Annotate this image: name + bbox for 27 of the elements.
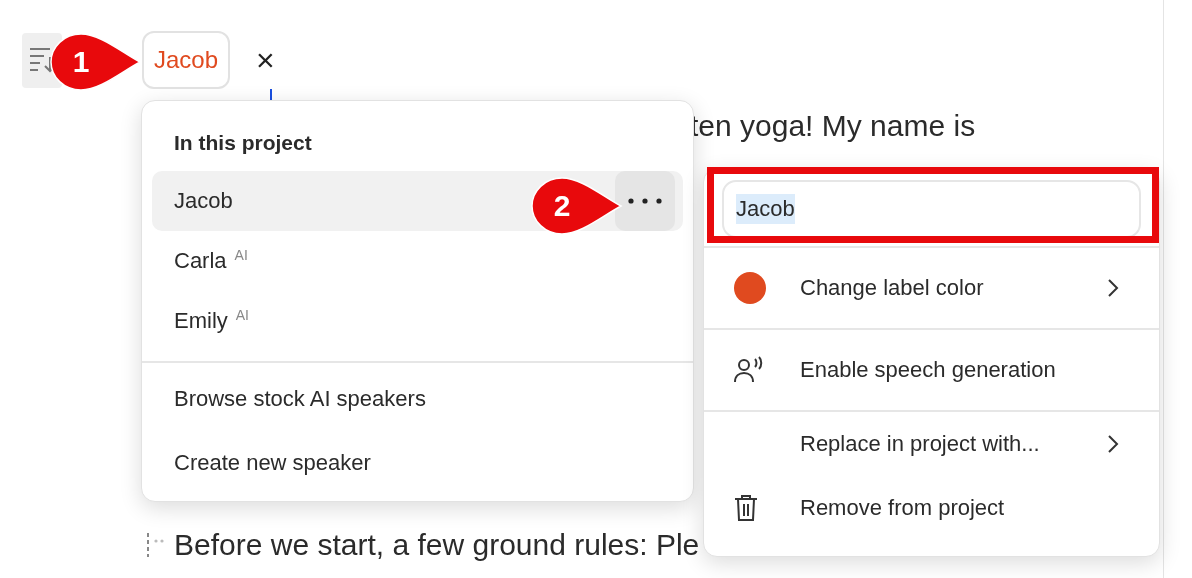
callout-marker: 1 [50, 33, 142, 91]
drag-handle-icon [146, 531, 166, 559]
more-icon [628, 198, 662, 204]
speaker-item[interactable]: Emily AI [152, 291, 683, 351]
chevron-icon [1107, 434, 1119, 454]
ai-tag: AI [234, 247, 248, 263]
trash-icon [734, 494, 758, 522]
script-text: Before we start, a few ground rules: Ple [174, 528, 700, 562]
speaker-name: Carla [174, 248, 227, 274]
close-button[interactable]: × [252, 41, 279, 79]
ai-tag: AI [235, 307, 249, 323]
more-button[interactable] [615, 171, 675, 231]
callout-marker: 2 [531, 177, 623, 235]
speaker-voice-icon [734, 356, 764, 384]
menu-item[interactable]: Browse stock AI speakers [142, 367, 693, 431]
menu-item[interactable]: Create new speaker [142, 431, 693, 495]
name-field[interactable]: Jacob [722, 180, 1141, 238]
chevron-icon [1107, 278, 1119, 298]
menu-heading: In this project [173, 130, 313, 156]
speaker-name: Emily [174, 308, 228, 334]
menu-item[interactable]: Replace in project with... [704, 412, 1159, 476]
speaker-tag[interactable]: Jacob [142, 31, 231, 89]
menu-item[interactable]: Change label color [704, 248, 1159, 328]
speaker-name: Jacob [174, 188, 233, 214]
menu-item[interactable]: Remove from project [704, 476, 1159, 540]
menu-item[interactable]: Enable speech generation [704, 330, 1159, 410]
color-dot [734, 272, 766, 304]
